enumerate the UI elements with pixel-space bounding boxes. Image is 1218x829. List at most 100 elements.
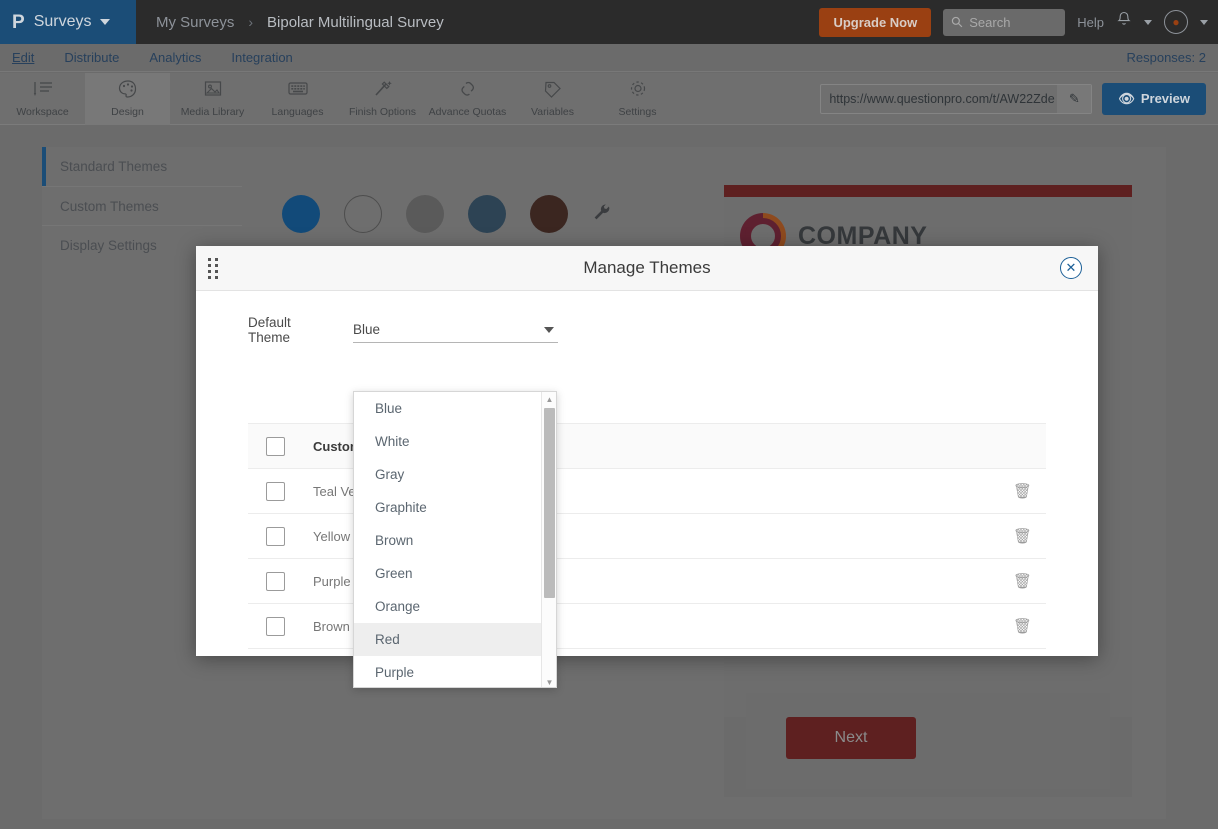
survey-url-field[interactable]: https://www.questionpro.com/t/AW22Zde ✎ (820, 83, 1093, 114)
trash-icon[interactable]: 🗑 (1013, 617, 1032, 635)
wand-icon (372, 79, 394, 103)
modal-title: Manage Themes (583, 258, 711, 277)
default-theme-row: Default Theme Blue (248, 315, 1046, 345)
brand-surveys-menu[interactable]: P Surveys (0, 0, 136, 44)
survey-url-area: https://www.questionpro.com/t/AW22Zde ✎ … (820, 82, 1218, 115)
row-checkbox[interactable] (266, 571, 285, 591)
default-theme-select[interactable]: Blue (353, 317, 558, 343)
dropdown-option-blue[interactable]: Blue (354, 392, 556, 425)
edit-pencil-icon[interactable]: ✎ (1057, 84, 1092, 113)
toolbar-item-variables[interactable]: Variables (510, 73, 595, 125)
trash-icon[interactable]: 🗑 (1013, 482, 1032, 500)
next-button[interactable]: Next (786, 717, 916, 759)
drag-handle-icon[interactable] (208, 258, 219, 279)
dropdown-option-gray[interactable]: Gray (354, 458, 556, 491)
toolbar-label-media-library: Media Library (180, 106, 245, 118)
tab-distribute[interactable]: Distribute (64, 50, 119, 65)
dropdown-option-orange[interactable]: Orange (354, 590, 556, 623)
preview-button[interactable]: 👁 Preview (1102, 82, 1206, 115)
dropdown-option-graphite[interactable]: Graphite (354, 491, 556, 524)
nav-tabs: Edit Distribute Analytics Integration Re… (0, 44, 1218, 72)
toolbar-label-workspace: Workspace (16, 106, 69, 118)
upgrade-now-button[interactable]: Upgrade Now (819, 7, 932, 37)
row-checkbox[interactable] (266, 616, 285, 636)
dropdown-option-green[interactable]: Green (354, 557, 556, 590)
toolbar-label-advance-quotas: Advance Quotas (428, 106, 507, 118)
toolbar-item-finish-options[interactable]: Finish Options (340, 73, 425, 125)
wrench-icon[interactable] (592, 202, 612, 227)
image-icon (202, 79, 224, 103)
dropdown-option-red[interactable]: Red (354, 623, 556, 656)
breadcrumb: My Surveys › Bipolar Multilingual Survey (136, 14, 444, 31)
workspace-icon (32, 79, 54, 103)
toolbar-item-design[interactable]: Design (85, 72, 170, 125)
avatar[interactable]: ● (1164, 10, 1188, 34)
toolbar-item-advance-quotas[interactable]: Advance Quotas (425, 73, 510, 125)
theme-swatch-graphite[interactable] (468, 195, 506, 233)
breadcrumb-survey-name[interactable]: Bipolar Multilingual Survey (267, 14, 444, 31)
help-link[interactable]: Help (1077, 15, 1104, 30)
modal-header: Manage Themes ✕ (196, 246, 1098, 291)
toolbar-label-finish-options: Finish Options (348, 106, 417, 118)
questionpro-logo-icon: P (12, 11, 25, 33)
close-icon[interactable]: ✕ (1060, 257, 1082, 279)
select-all-checkbox[interactable] (266, 436, 285, 456)
app-root: P Surveys My Surveys › Bipolar Multiling… (0, 0, 1218, 829)
toolbar-item-media-library[interactable]: Media Library (170, 73, 255, 125)
scrollbar-thumb[interactable] (544, 408, 555, 598)
theme-swatch-gray[interactable] (406, 195, 444, 233)
theme-name: Purple (313, 573, 351, 589)
toolbar-item-settings[interactable]: Settings (595, 73, 680, 125)
eye-icon: 👁 (1118, 90, 1135, 106)
survey-accent-bar (724, 185, 1132, 197)
gear-icon (627, 79, 649, 103)
row-checkbox[interactable] (266, 526, 285, 546)
theme-swatch-white[interactable] (344, 195, 382, 233)
theme-swatch-row (282, 195, 612, 233)
avatar-chevron-down-icon[interactable] (1200, 19, 1208, 25)
chevron-down-icon (544, 326, 554, 333)
breadcrumb-separator-icon: › (248, 14, 254, 30)
default-theme-label: Default Theme (248, 315, 291, 345)
theme-swatch-brown[interactable] (530, 195, 568, 233)
sidebar-label-display-settings: Display Settings (60, 237, 157, 253)
theme-swatch-blue[interactable] (282, 195, 320, 233)
default-theme-dropdown: Blue White Gray Graphite Brown Green Ora… (353, 391, 557, 688)
survey-next-area: Next (746, 693, 1110, 789)
link-icon (457, 79, 479, 103)
toolbar-label-design: Design (111, 106, 144, 118)
dropdown-scrollbar[interactable]: ▲ ▼ (541, 392, 556, 687)
tab-integration[interactable]: Integration (231, 50, 292, 65)
row-checkbox[interactable] (266, 481, 285, 501)
toolbar-item-workspace[interactable]: Workspace (0, 73, 85, 125)
manage-themes-modal: Manage Themes ✕ Default Theme Blue Custo… (196, 246, 1098, 688)
scroll-down-icon[interactable]: ▼ (542, 675, 556, 687)
theme-name: Yellow (313, 528, 351, 544)
responses-count: Responses: 2 (1126, 50, 1207, 65)
top-bar-actions: Upgrade Now Search Help ● (819, 7, 1218, 37)
dropdown-option-white[interactable]: White (354, 425, 556, 458)
sidebar-item-custom-themes[interactable]: Custom Themes (42, 186, 242, 225)
breadcrumb-my-surveys[interactable]: My Surveys (156, 14, 234, 31)
toolbar-item-languages[interactable]: Languages (255, 73, 340, 125)
trash-icon[interactable]: 🗑 (1013, 527, 1032, 545)
survey-url-text: https://www.questionpro.com/t/AW22Zde (829, 91, 1055, 106)
scroll-up-icon[interactable]: ▲ (542, 392, 556, 406)
preview-label: Preview (1140, 91, 1190, 106)
brand-label: Surveys (33, 13, 92, 30)
tab-analytics[interactable]: Analytics (149, 50, 201, 65)
sidebar-label-standard-themes: Standard Themes (60, 159, 168, 174)
palette-icon (117, 79, 139, 103)
bell-chevron-down-icon[interactable] (1144, 19, 1152, 25)
dropdown-option-brown[interactable]: Brown (354, 524, 556, 557)
dropdown-option-purple[interactable]: Purple (354, 656, 556, 687)
search-input[interactable]: Search (943, 8, 1066, 36)
notifications-bell-icon[interactable] (1116, 11, 1132, 33)
top-bar: P Surveys My Surveys › Bipolar Multiling… (0, 0, 1218, 44)
trash-icon[interactable]: 🗑 (1013, 572, 1032, 590)
toolbar-label-variables: Variables (531, 106, 574, 118)
toolbar-label-languages: Languages (271, 106, 324, 118)
tab-edit[interactable]: Edit (12, 50, 34, 65)
default-theme-value: Blue (353, 322, 381, 337)
sidebar-item-standard-themes[interactable]: Standard Themes (42, 147, 242, 186)
